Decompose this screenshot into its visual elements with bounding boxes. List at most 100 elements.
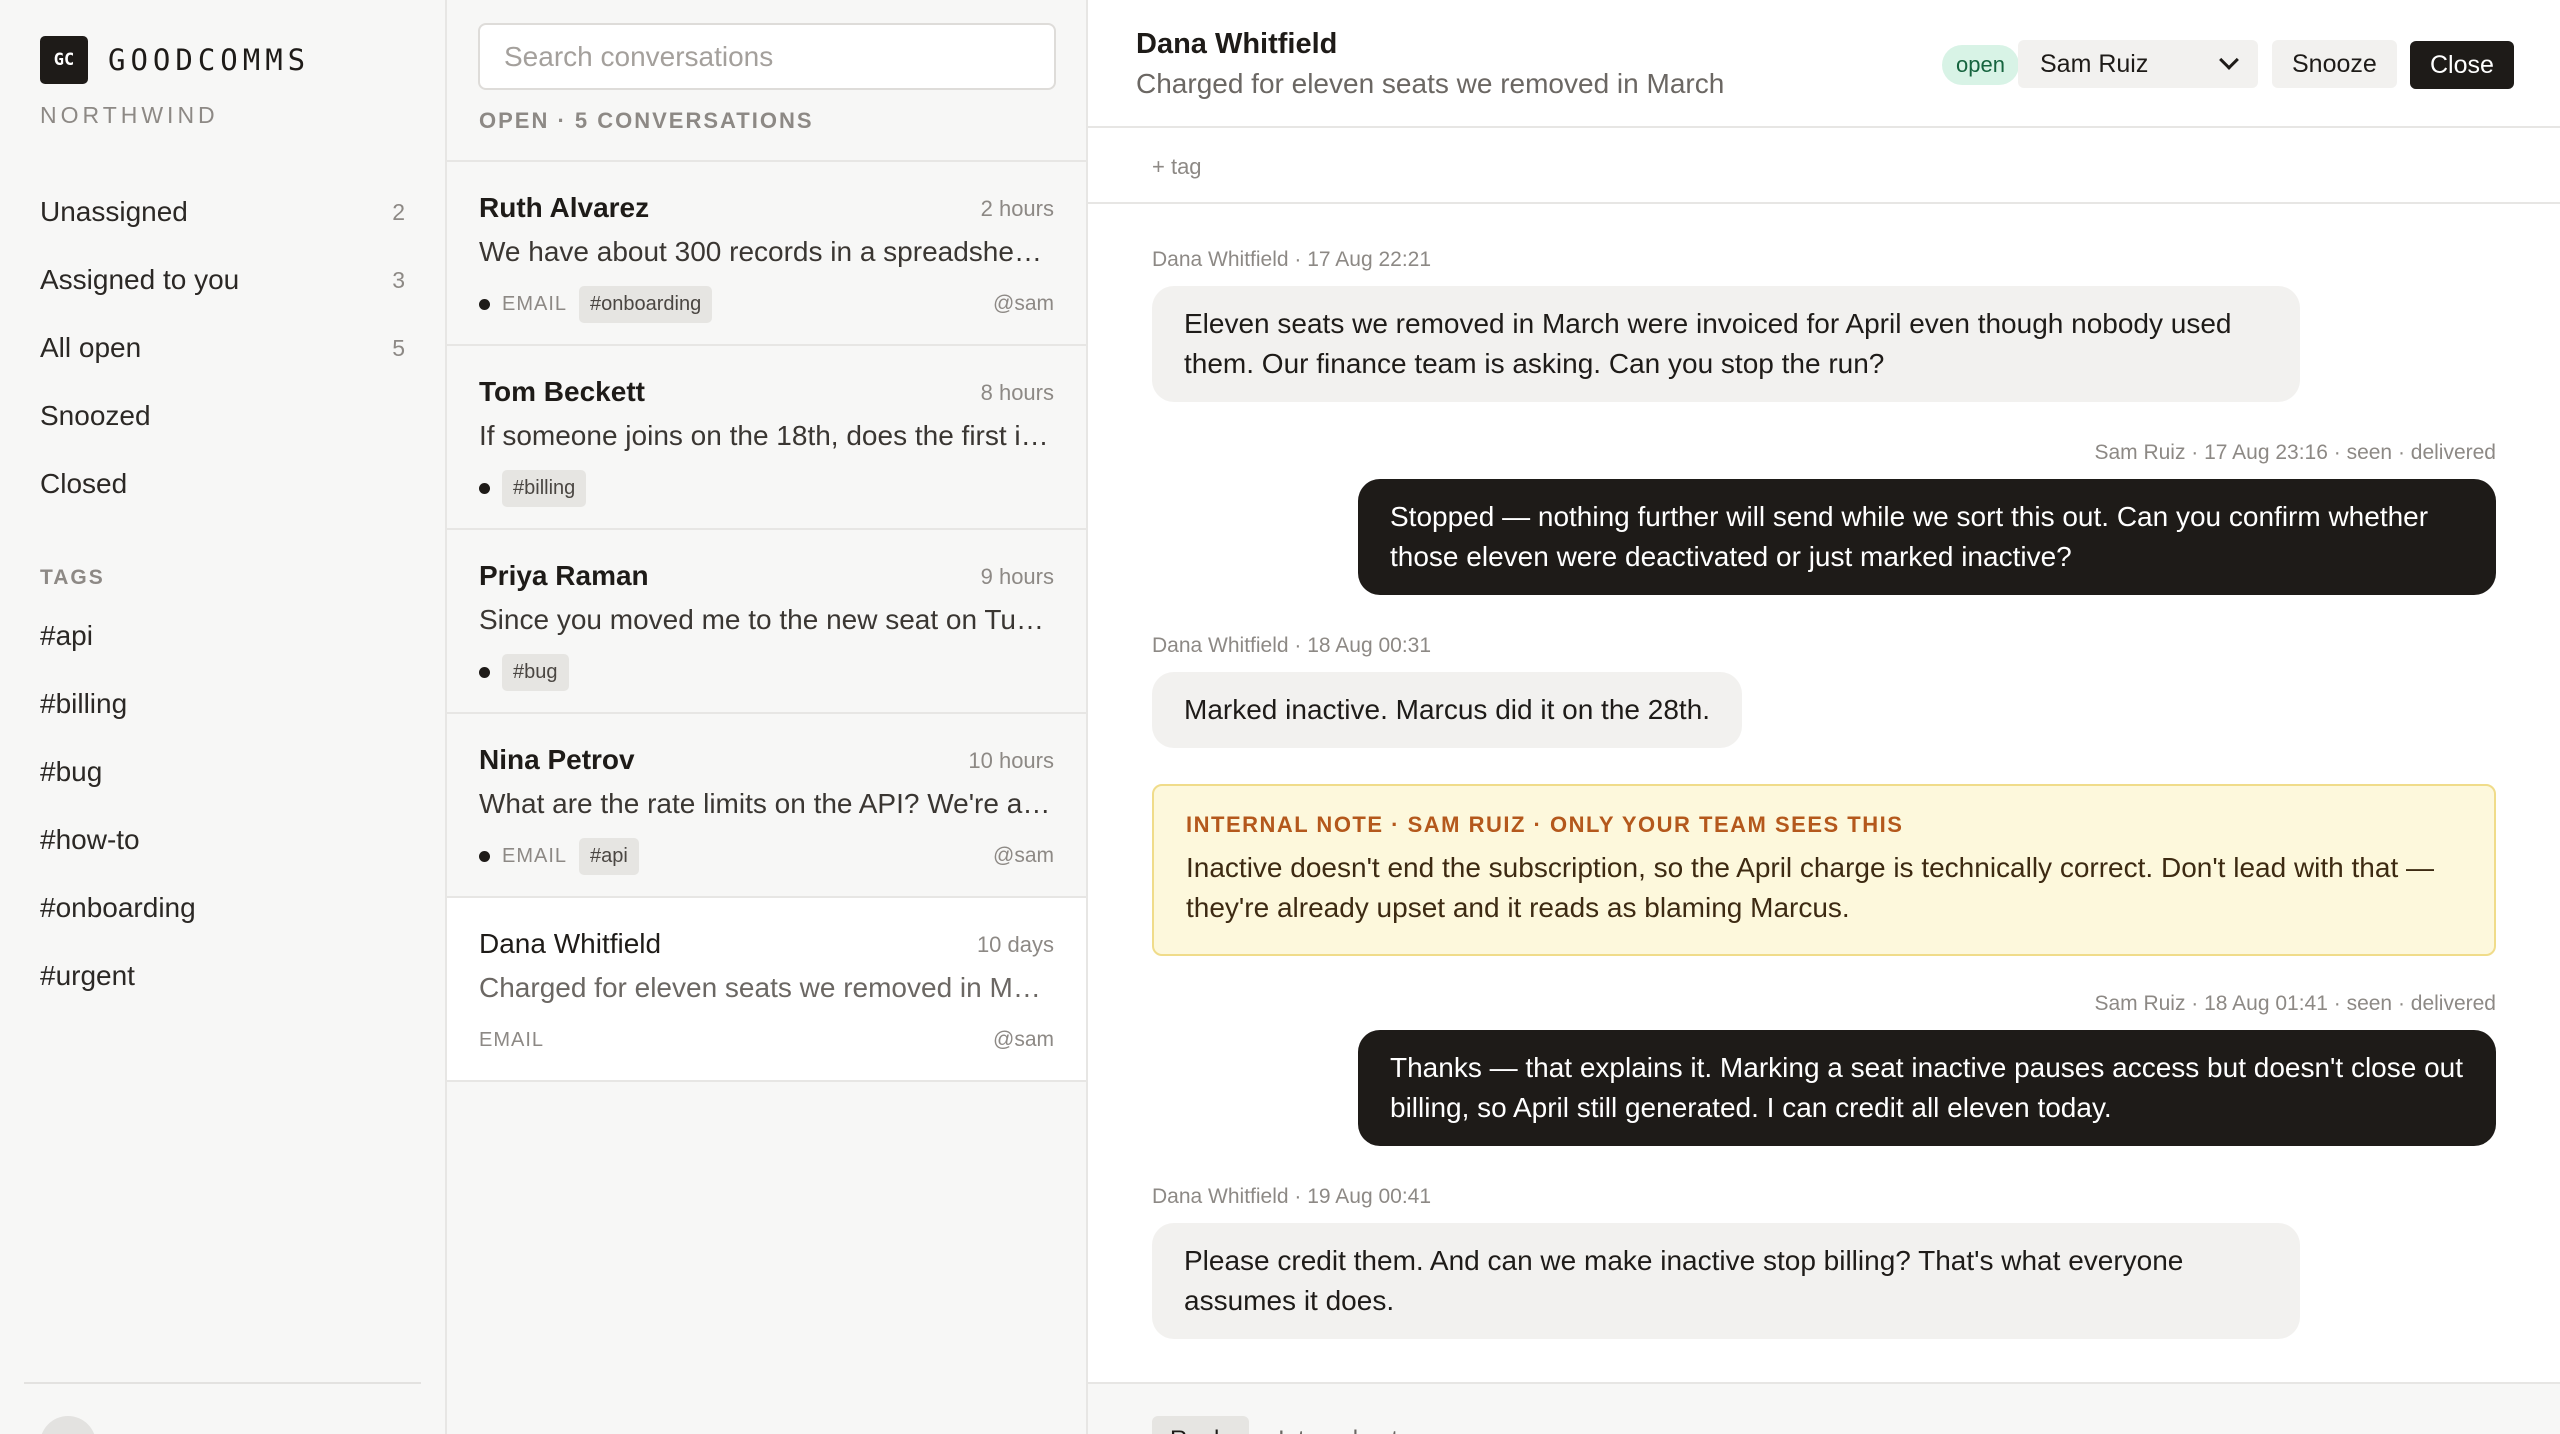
message-line: Eleven seats we removed in March were in…: [1184, 308, 2232, 339]
unread-dot-icon: [479, 850, 490, 862]
agent-message: Thanks — that explains it. Marking a sea…: [1358, 1030, 2496, 1146]
message-meta: Dana Whitfield · 18 Aug 00:31: [1152, 634, 1432, 657]
conversation-time: 8 hours: [980, 380, 1054, 405]
status-badge: open: [1942, 45, 2019, 85]
conversation-preview: We have about 300 records in a spreadshe…: [479, 236, 1054, 267]
snooze-button[interactable]: Snooze: [2272, 40, 2397, 88]
conversation-meta: #bug: [479, 652, 1054, 692]
tag-item-api[interactable]: #api: [40, 602, 196, 670]
customer-message: Marked inactive. Marcus did it on the 28…: [1152, 672, 1743, 748]
assignee-handle: @sam: [993, 1028, 1054, 1051]
brand-logo: GC: [40, 36, 88, 84]
conversation-preview: If someone joins on the 18th, does the f…: [479, 420, 1054, 451]
nav-count: 5: [392, 334, 405, 361]
assignee-handle: @sam: [993, 844, 1054, 867]
conversation-preview: What are the rate limits on the API? We'…: [479, 788, 1054, 819]
user-avatar[interactable]: [40, 1416, 96, 1434]
nav-label: Closed: [40, 468, 128, 499]
internal-note: INTERNAL NOTE · SAM RUIZ · ONLY YOUR TEA…: [1152, 784, 2496, 956]
contact-name: Dana Whitfield: [1136, 28, 1338, 60]
nav-label: Snoozed: [40, 400, 151, 431]
internal-note-text: Inactive doesn't end the subscription, s…: [1186, 848, 2462, 928]
conversation-preview: Charged for eleven seats we removed in M…: [479, 972, 1054, 1003]
nav-item-unassigned[interactable]: Unassigned 2: [40, 178, 405, 246]
conversation-item-selected[interactable]: Dana Whitfield 10 days Charged for eleve…: [447, 898, 1086, 1082]
conversation-meta: #billing: [479, 468, 1054, 508]
message-meta: Sam Ruiz · 17 Aug 23:16 · seen · deliver…: [2094, 441, 2496, 464]
conversation-item[interactable]: Priya Raman 9 hours Since you moved me t…: [447, 530, 1086, 714]
tag-chip: #bug: [502, 653, 569, 691]
conversation-meta: EMAIL #api @sam: [479, 836, 1054, 876]
nav-count: 2: [392, 198, 405, 225]
tab-internal-note[interactable]: Internal note: [1278, 1426, 1411, 1434]
close-conversation-button[interactable]: Close: [2410, 41, 2514, 89]
internal-note-label: INTERNAL NOTE · SAM RUIZ · ONLY YOUR TEA…: [1186, 812, 1904, 837]
tag-bar: + tag: [1088, 130, 2560, 204]
message-meta: Dana Whitfield · 19 Aug 00:41: [1152, 1185, 1432, 1208]
tab-reply[interactable]: Reply: [1152, 1416, 1250, 1434]
list-summary: OPEN · 5 CONVERSATIONS: [479, 108, 814, 133]
tag-item-urgent[interactable]: #urgent: [40, 942, 196, 1010]
message-line: Marked inactive. Marcus did it on the 28…: [1184, 694, 1711, 725]
message-line: those eleven were deactivated or just ma…: [1390, 541, 2072, 572]
conversation-contact: Priya Raman: [479, 560, 649, 591]
nav-item-snoozed[interactable]: Snoozed: [40, 382, 405, 450]
tag-item-how-to[interactable]: #how-to: [40, 806, 196, 874]
nav-item-assigned-to-you[interactable]: Assigned to you 3: [40, 246, 405, 314]
customer-message: Eleven seats we removed in March were in…: [1152, 286, 2300, 402]
conversation-item[interactable]: Nina Petrov 10 hours What are the rate l…: [447, 714, 1086, 898]
nav-count: 3: [392, 266, 405, 293]
message-line: billing, so April still generated. I can…: [1390, 1092, 2112, 1123]
brand[interactable]: GC GOODCOMMS: [40, 36, 310, 84]
conversation-time: 10 hours: [968, 748, 1054, 773]
nav-label: All open: [40, 332, 142, 363]
nav-item-all-open[interactable]: All open 5: [40, 314, 405, 382]
composer: Reply Internal note: [1088, 1382, 2560, 1434]
message-meta: Dana Whitfield · 17 Aug 22:21: [1152, 248, 1432, 271]
conversation-pane: Dana Whitfield Charged for eleven seats …: [1088, 0, 2560, 1434]
workspace-name: NORTHWIND: [40, 102, 219, 128]
conversation-time: 2 hours: [980, 196, 1054, 221]
conversation-contact: Ruth Alvarez: [479, 192, 650, 223]
tag-list: #api #billing #bug #how-to #onboarding #…: [40, 602, 196, 1010]
tag-chip: #billing: [502, 469, 587, 507]
message-line: them. Our finance team is asking. Can yo…: [1184, 348, 1885, 379]
nav-label: Assigned to you: [40, 264, 240, 295]
conversation-time: 10 days: [976, 932, 1054, 957]
unread-dot-icon: [479, 666, 490, 678]
conversation-preview: Since you moved me to the new seat on Tu…: [479, 604, 1054, 635]
tag-chip: #api: [579, 837, 639, 875]
channel-label: EMAIL: [479, 1028, 545, 1051]
assignee-select-value: Sam Ruiz: [2040, 49, 2149, 78]
add-tag-button[interactable]: + tag: [1152, 154, 1202, 180]
message-line: Thanks — that explains it. Marking a sea…: [1390, 1052, 2464, 1083]
conversation-meta: EMAIL #onboarding @sam: [479, 284, 1054, 324]
conversation-contact: Tom Beckett: [479, 376, 645, 407]
tag-chip: #onboarding: [579, 285, 713, 323]
app-window: GC GOODCOMMS NORTHWIND Unassigned 2 Assi…: [0, 0, 2560, 1434]
tag-item-onboarding[interactable]: #onboarding: [40, 874, 196, 942]
search-input[interactable]: [478, 23, 1056, 90]
assignee-handle: @sam: [993, 292, 1054, 315]
message-line: Stopped — nothing further will send whil…: [1390, 501, 2429, 532]
conversation-contact: Nina Petrov: [479, 744, 635, 775]
conversation-item[interactable]: Ruth Alvarez 2 hours We have about 300 r…: [447, 162, 1086, 346]
agent-message: Stopped — nothing further will send whil…: [1358, 479, 2496, 595]
tag-item-billing[interactable]: #billing: [40, 670, 196, 738]
note-line: Inactive doesn't end the subscription, s…: [1186, 852, 2435, 883]
conversation-header: Dana Whitfield Charged for eleven seats …: [1088, 0, 2560, 128]
tags-heading: TAGS: [40, 566, 105, 589]
brand-name: GOODCOMMS: [108, 43, 311, 77]
assignee-select[interactable]: Sam Ruiz: [2018, 40, 2258, 88]
conversation-contact: Dana Whitfield: [479, 928, 662, 959]
note-line: they're already upset and it reads as bl…: [1186, 892, 1850, 923]
channel-label: EMAIL: [502, 844, 568, 867]
message-line: Please credit them. And can we make inac…: [1184, 1245, 2184, 1276]
inbox-nav: Unassigned 2 Assigned to you 3 All open …: [40, 178, 405, 518]
nav-item-closed[interactable]: Closed: [40, 450, 405, 518]
conversation-subject: Charged for eleven seats we removed in M…: [1136, 68, 1725, 99]
tag-item-bug[interactable]: #bug: [40, 738, 196, 806]
sidebar-divider: [24, 1382, 421, 1384]
conversation-item[interactable]: Tom Beckett 8 hours If someone joins on …: [447, 346, 1086, 530]
conversation-meta: EMAIL @sam: [479, 1020, 1054, 1060]
